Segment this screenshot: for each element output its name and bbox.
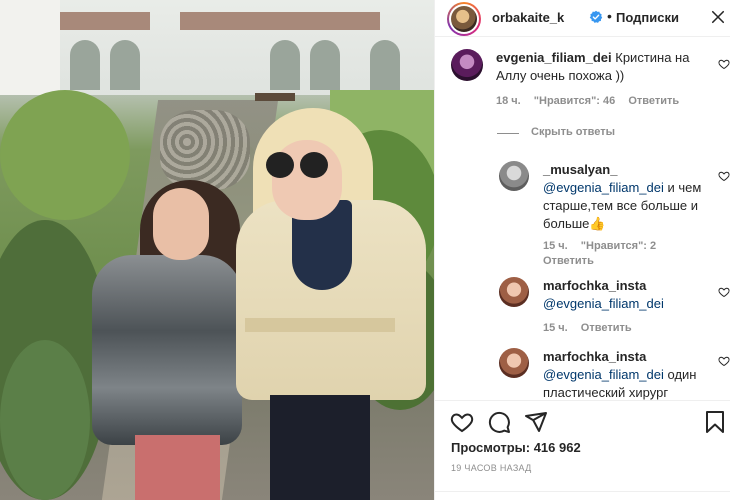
verified-icon <box>589 10 603 23</box>
commenter-avatar[interactable] <box>451 49 483 81</box>
bookmark-icon[interactable] <box>703 410 727 434</box>
comment-time[interactable]: 18 ч. <box>496 95 521 107</box>
reply-button[interactable]: Ответить <box>628 95 679 107</box>
hide-replies-button[interactable]: Скрыть ответы <box>531 126 615 138</box>
comment-likes[interactable]: "Нравится": 46 <box>534 95 615 107</box>
bench <box>255 93 295 101</box>
post-header: orbakaite_k • Подписки <box>435 0 730 37</box>
post-panel: orbakaite_k • Подписки evgenia_filiam_de… <box>434 0 730 500</box>
author-username[interactable]: orbakaite_k <box>492 10 564 25</box>
heart-icon[interactable] <box>450 410 474 434</box>
following-button[interactable]: Подписки <box>616 10 679 25</box>
commenter-avatar[interactable] <box>499 277 529 307</box>
building-arch <box>70 40 100 90</box>
hide-replies-line <box>497 133 519 134</box>
building-arch <box>370 40 400 90</box>
building-pillar <box>0 0 60 95</box>
comments-list[interactable]: evgenia_filiam_dei Кристина на Аллу очен… <box>435 37 730 400</box>
header-separator: • <box>607 8 612 24</box>
comment-username[interactable]: evgenia_filiam_dei <box>496 50 612 65</box>
post-timestamp[interactable]: 19 ЧАСОВ НАЗАД <box>451 463 532 473</box>
girl-face <box>153 188 209 260</box>
view-count[interactable]: Просмотры: 416 962 <box>451 440 581 455</box>
commenter-avatar[interactable] <box>499 348 529 378</box>
reply-likes[interactable]: "Нравится": 2 <box>581 240 656 252</box>
heart-icon[interactable] <box>718 355 730 367</box>
reply-button[interactable]: Ответить <box>581 322 632 334</box>
coat-belt <box>245 318 395 332</box>
shrub <box>0 90 130 220</box>
heart-icon[interactable] <box>718 170 730 182</box>
building-arch <box>310 40 340 90</box>
reply-mention[interactable]: @evgenia_filiam_dei <box>543 180 664 195</box>
reply-button[interactable]: Ответить <box>543 255 594 267</box>
heart-icon[interactable] <box>718 286 730 298</box>
thumbs-up-emoji: 👍 <box>589 216 606 231</box>
rocks <box>160 110 250 190</box>
add-comment-area[interactable] <box>435 491 730 500</box>
building-roof <box>180 12 380 30</box>
reply-username[interactable]: _musalyan_ <box>543 162 617 177</box>
share-icon[interactable] <box>524 410 548 434</box>
woman-pants <box>270 395 370 500</box>
reply-mention[interactable]: @evgenia_filiam_dei <box>543 367 664 382</box>
reply-username[interactable]: marfochka_insta <box>543 278 646 293</box>
reply-time[interactable]: 15 ч. <box>543 322 568 334</box>
reply-time[interactable]: 15 ч. <box>543 240 568 252</box>
heart-icon[interactable] <box>718 58 730 70</box>
commenter-avatar[interactable] <box>499 161 529 191</box>
shrub <box>0 340 90 500</box>
girl-jacket <box>92 255 242 445</box>
sunglasses <box>266 152 330 178</box>
post-media[interactable] <box>0 0 434 500</box>
building-arch <box>270 40 300 90</box>
reply-mention[interactable]: @evgenia_filiam_dei <box>543 296 664 311</box>
close-icon[interactable] <box>711 10 725 24</box>
post-actions: Просмотры: 416 962 19 ЧАСОВ НАЗАД <box>435 400 730 500</box>
building-arch <box>110 40 140 90</box>
reply-username[interactable]: marfochka_insta <box>543 349 646 364</box>
author-avatar[interactable] <box>447 2 481 36</box>
comment-icon[interactable] <box>487 410 511 434</box>
girl-pants <box>135 435 220 500</box>
